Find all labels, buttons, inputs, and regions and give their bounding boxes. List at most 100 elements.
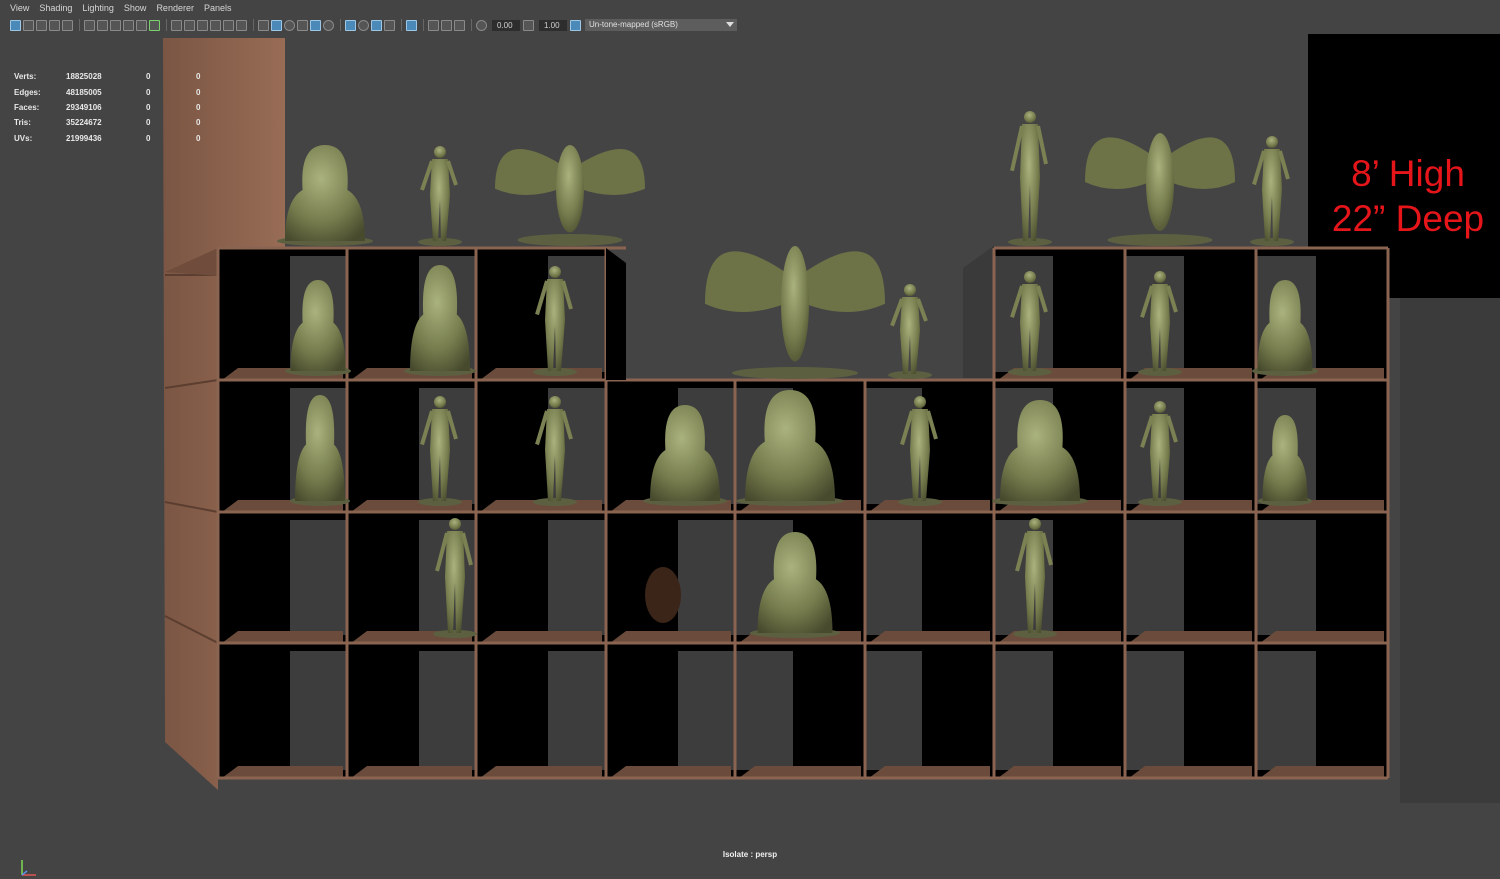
toolbar-separator	[166, 19, 167, 31]
menu-show[interactable]: Show	[119, 0, 152, 17]
cubby-side	[606, 248, 626, 380]
view-transform-value: Un-tone-mapped (sRGB)	[589, 20, 678, 29]
hud-selected: 0	[146, 102, 151, 112]
hud-component: 0	[196, 72, 201, 82]
wireframe-icon[interactable]	[197, 19, 208, 31]
camera-attributes-icon[interactable]	[23, 19, 34, 31]
viewport-scene[interactable]	[0, 33, 1500, 869]
menu-view[interactable]: View	[0, 0, 34, 17]
cubby-back	[735, 651, 793, 770]
shelf-floor	[222, 631, 343, 643]
xray-joints-icon[interactable]	[310, 19, 321, 31]
hud-toggle-icon[interactable]	[454, 19, 465, 31]
cubby-back	[1125, 651, 1184, 770]
color-management-icon[interactable]	[570, 19, 581, 31]
shelf-floor	[1129, 766, 1252, 778]
menu-renderer[interactable]: Renderer	[151, 0, 199, 17]
figure-sculpture	[888, 284, 932, 379]
hud-row-edges: Edges: 48185005 0 0	[14, 84, 216, 99]
hud-component: 0	[196, 133, 201, 143]
winged-sculpture	[495, 145, 645, 246]
isolate-select-icon[interactable]	[406, 19, 417, 31]
gamma-field[interactable]: 1.00	[539, 19, 567, 31]
back-wall-shadow-panel	[1400, 298, 1500, 803]
toolbar-separator	[401, 19, 402, 31]
3d-viewport[interactable]: Verts: 18825028 0 0 Edges: 48185005 0 0 …	[0, 33, 1500, 876]
hud-label: Tris:	[14, 118, 31, 128]
field-chart-icon[interactable]	[149, 19, 160, 31]
cubby-back	[994, 651, 1053, 770]
hud-selected: 0	[146, 72, 151, 82]
gamma-icon[interactable]	[523, 19, 534, 31]
viewport-menubar: View Shading Lighting Show Renderer Pane…	[0, 0, 1500, 17]
shelf-floor	[222, 766, 343, 778]
hud-value: 29349106	[66, 102, 102, 112]
hud-value: 48185005	[66, 87, 102, 97]
menu-lighting[interactable]: Lighting	[77, 0, 119, 17]
hud-label: Faces:	[14, 102, 40, 112]
shelf-floor	[1260, 631, 1384, 643]
shelf-floor	[869, 631, 990, 643]
xray-icon[interactable]	[297, 19, 308, 31]
hud-row-uvs: UVs: 21999436 0 0	[14, 131, 216, 146]
depth-of-field-icon[interactable]	[384, 19, 395, 31]
film-gate-icon[interactable]	[110, 19, 121, 31]
default-material-icon[interactable]	[223, 19, 234, 31]
anti-aliasing-icon[interactable]	[371, 19, 382, 31]
cubby-back	[290, 520, 347, 635]
cubby-back	[548, 651, 606, 770]
depth-annotation: 22” Deep	[1331, 198, 1485, 239]
grid-toggle-icon[interactable]	[97, 19, 108, 31]
safe-title-icon[interactable]	[184, 19, 195, 31]
use-all-lights-icon[interactable]	[271, 19, 282, 31]
smooth-shade-icon[interactable]	[210, 19, 221, 31]
gate-mask-icon[interactable]	[136, 19, 147, 31]
hud-component: 0	[196, 102, 201, 112]
toolbar-separator	[471, 19, 472, 31]
dimension-annotation: 8’ High 22” Deep	[1318, 151, 1498, 241]
backface-culling-icon[interactable]	[441, 19, 452, 31]
menu-panels[interactable]: Panels	[199, 0, 237, 17]
image-plane-icon[interactable]	[49, 19, 60, 31]
hud-label: Verts:	[14, 72, 37, 82]
hud-component: 0	[196, 118, 201, 128]
dark-sculpture	[645, 567, 681, 623]
menu-shading[interactable]: Shading	[34, 0, 77, 17]
hud-value: 18825028	[66, 72, 102, 82]
hud-value: 35224672	[66, 118, 102, 128]
hud-value: 21999436	[66, 133, 102, 143]
hud-selected: 0	[146, 118, 151, 128]
hud-component: 0	[196, 87, 201, 97]
safe-action-icon[interactable]	[171, 19, 182, 31]
cubby-back	[678, 651, 735, 770]
view-transform-select[interactable]: Un-tone-mapped (sRGB)	[585, 19, 737, 31]
shelf-floor	[610, 631, 731, 643]
shelf-floor	[998, 766, 1121, 778]
shadows-icon[interactable]	[284, 19, 295, 31]
cubby-back	[865, 520, 922, 635]
bust-sculpture	[277, 145, 373, 246]
hud-selected: 0	[146, 133, 151, 143]
hud-row-tris: Tris: 35224672 0 0	[14, 115, 216, 130]
light-icon[interactable]	[323, 19, 334, 31]
shelf-floor	[869, 766, 990, 778]
toolbar-separator	[79, 19, 80, 31]
xray-active-icon[interactable]	[428, 19, 439, 31]
exposure-icon[interactable]	[476, 19, 487, 31]
cubby-back	[419, 651, 476, 770]
motion-blur-icon[interactable]	[358, 19, 369, 31]
cubby-back	[1256, 520, 1316, 635]
screen-space-ao-icon[interactable]	[345, 19, 356, 31]
bookmarks-icon[interactable]	[36, 19, 47, 31]
shelf-floor	[480, 631, 602, 643]
cubby-back	[290, 651, 347, 770]
toolbar-separator	[253, 19, 254, 31]
exposure-field[interactable]: 0.00	[492, 19, 520, 31]
2d-pan-zoom-icon[interactable]	[62, 19, 73, 31]
hud-label: UVs:	[14, 133, 33, 143]
grease-pencil-icon[interactable]	[84, 19, 95, 31]
textured-icon[interactable]	[236, 19, 247, 31]
wireframe-on-shaded-icon[interactable]	[258, 19, 269, 31]
resolution-gate-icon[interactable]	[123, 19, 134, 31]
select-camera-icon[interactable]	[10, 19, 21, 31]
